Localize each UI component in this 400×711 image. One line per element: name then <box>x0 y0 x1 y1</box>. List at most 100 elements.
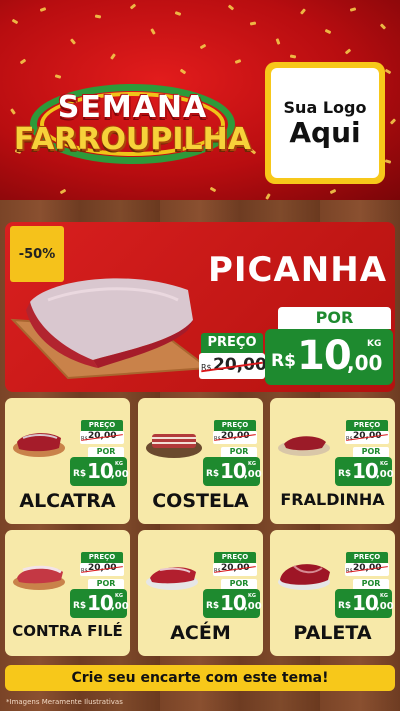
price-integer: 10 <box>352 591 379 615</box>
confetti-piece <box>349 7 357 12</box>
price-integer: 10 <box>87 459 114 483</box>
old-price-label: PREÇO <box>346 420 388 431</box>
new-price-box: R$ 10,00 KG <box>203 457 262 486</box>
product-card[interactable]: PREÇOR$20,00 POR R$10,00 KG COSTELA <box>138 398 263 524</box>
new-price-label: POR <box>353 447 389 457</box>
new-price-label: POR <box>88 579 124 589</box>
meat-image <box>278 564 330 590</box>
product-card[interactable]: PREÇOR$20,00 POR R$10,00 KG ACÉM <box>138 530 263 656</box>
old-price-label: PREÇO <box>346 552 388 563</box>
confetti-piece <box>11 18 19 25</box>
price-decimal: ,00 <box>376 469 394 480</box>
price-decimal: ,00 <box>111 601 129 612</box>
new-price-box: R$ 10,00 KG <box>335 589 394 618</box>
event-title-line2: FARROUPILHA <box>14 122 251 157</box>
meat-image <box>13 433 65 457</box>
product-card[interactable]: PREÇOR$20,00 POR R$10,00 KG FRALDINHA <box>270 398 395 524</box>
logo-text-line2: Aqui <box>289 115 361 149</box>
new-price-box: R$ 10,00 KG <box>70 589 129 618</box>
currency: R$ <box>73 469 87 479</box>
logo-placeholder-inner: Sua Logo Aqui <box>271 68 379 178</box>
featured-price-integer: 10 <box>297 333 352 379</box>
old-price-box: R$20,00 <box>80 563 124 576</box>
picanha-meat-image <box>10 278 211 380</box>
confetti-piece <box>199 43 207 50</box>
new-price-box: R$ 10,00 KG <box>70 457 129 486</box>
logo-placeholder[interactable]: Sua Logo Aqui <box>265 62 385 184</box>
price-unit: KG <box>380 593 388 599</box>
featured-product-name: PICANHA <box>207 250 388 290</box>
confetti-piece <box>299 8 307 15</box>
price-unit: KG <box>380 461 388 467</box>
new-price-label: POR <box>353 579 389 589</box>
confetti-piece <box>150 28 156 35</box>
price-decimal: ,00 <box>376 601 394 612</box>
price-integer: 10 <box>87 591 114 615</box>
old-price-box: R$20,00 <box>213 431 257 444</box>
confetti-piece <box>94 14 102 19</box>
product-name: COSTELA <box>152 490 249 512</box>
confetti-piece <box>275 38 281 45</box>
price-unit: KG <box>115 461 123 467</box>
price-decimal: ,00 <box>244 601 262 612</box>
price-unit: KG <box>115 593 123 599</box>
confetti-piece <box>249 21 257 26</box>
header-banner: SEMANA FARROUPILHA Sua Logo Aqui <box>0 0 400 200</box>
featured-price-unit: KG <box>367 339 382 349</box>
confetti-piece <box>174 11 182 16</box>
product-name: CONTRA FILÉ <box>12 622 123 640</box>
price-decimal: ,00 <box>111 469 129 480</box>
product-name: FRALDINHA <box>280 490 385 509</box>
price-integer: 10 <box>220 591 247 615</box>
old-price-label: PREÇO <box>81 552 123 563</box>
confetti-piece <box>227 4 235 11</box>
currency: R$ <box>338 469 352 479</box>
price-unit: KG <box>248 461 256 467</box>
old-price-box: R$20,00 <box>345 563 389 576</box>
product-card[interactable]: PREÇOR$20,00 POR R$10,00 KG PALETA <box>270 530 395 656</box>
create-flyer-button[interactable]: Crie seu encarte com este tema! <box>5 665 395 691</box>
confetti-piece <box>324 28 332 35</box>
confetti-piece <box>384 159 392 164</box>
event-title-line1: SEMANA <box>57 90 208 125</box>
event-title-badge: SEMANA FARROUPILHA <box>10 78 255 178</box>
featured-price-decimal: ,00 <box>347 351 383 375</box>
old-price-label: PREÇO <box>81 420 123 431</box>
confetti-piece <box>384 68 392 75</box>
confetti-piece <box>179 68 187 75</box>
confetti-piece <box>209 186 217 193</box>
featured-old-price-box: R$ 20,00 <box>199 353 267 379</box>
confetti-piece <box>329 188 337 195</box>
confetti-piece <box>129 3 137 10</box>
confetti-piece <box>69 38 77 45</box>
confetti-piece <box>39 7 47 12</box>
confetti-piece <box>389 118 397 125</box>
currency: R$ <box>338 601 352 611</box>
confetti-piece <box>59 188 67 195</box>
old-price-box: R$20,00 <box>80 431 124 444</box>
new-price-label: POR <box>221 447 257 457</box>
featured-new-price-label: POR <box>278 307 391 329</box>
confetti-piece <box>110 53 116 60</box>
new-price-box: R$ 10,00 KG <box>335 457 394 486</box>
meat-image <box>13 565 65 590</box>
old-price-label: PREÇO <box>214 552 256 563</box>
old-price-box: R$20,00 <box>213 563 257 576</box>
currency: R$ <box>73 601 87 611</box>
meat-image <box>278 436 330 456</box>
old-price-box: R$20,00 <box>345 431 389 444</box>
product-card[interactable]: PREÇOR$20,00 POR R$10,00 KG ALCATRA <box>5 398 130 524</box>
disclaimer-text: *Imagens Meramente Ilustrativas <box>6 698 123 706</box>
product-name: ALCATRA <box>19 490 116 512</box>
confetti-piece <box>344 48 352 55</box>
new-price-label: POR <box>88 447 124 457</box>
old-price-label: PREÇO <box>214 420 256 431</box>
confetti-piece <box>379 23 387 30</box>
product-name: ACÉM <box>170 622 231 644</box>
currency: R$ <box>206 601 220 611</box>
product-card[interactable]: PREÇOR$20,00 POR R$10,00 KG CONTRA FILÉ <box>5 530 130 656</box>
price-integer: 10 <box>220 459 247 483</box>
logo-text-line1: Sua Logo <box>283 97 367 117</box>
featured-new-price-box: R$ 10 ,00 KG <box>265 329 393 385</box>
price-unit: KG <box>248 593 256 599</box>
